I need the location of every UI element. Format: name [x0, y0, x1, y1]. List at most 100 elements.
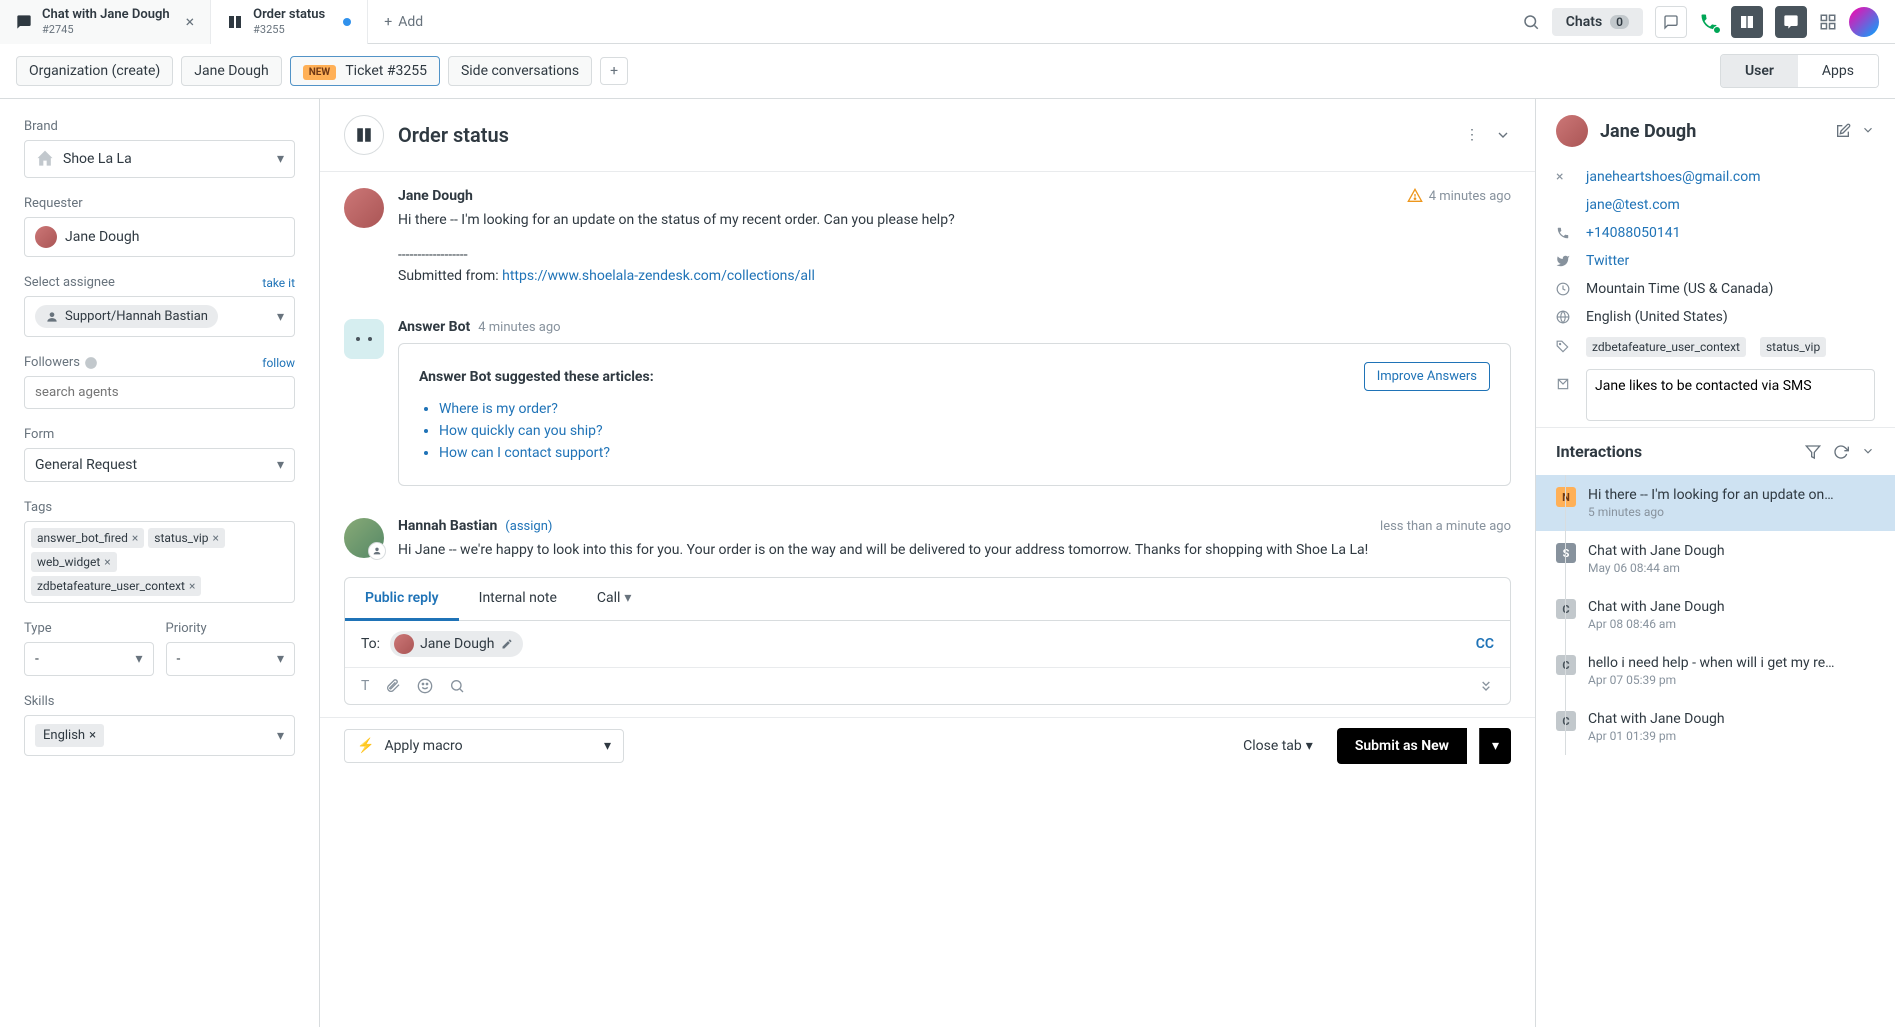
add-tab-button[interactable]: + Add: [368, 14, 439, 30]
recipient-pill[interactable]: Jane Dough: [390, 631, 522, 657]
macro-select[interactable]: ⚡ Apply macro ▾: [344, 729, 624, 763]
ticket-properties-panel: Brand Shoe La La ▾ Requester Jane Dough …: [0, 99, 320, 1027]
priority-select[interactable]: - ▾: [166, 642, 296, 676]
search-icon[interactable]: [449, 678, 465, 694]
message-time: less than a minute ago: [1380, 519, 1511, 534]
message-time: 4 minutes ago: [478, 320, 560, 335]
profile-avatar[interactable]: [1849, 7, 1879, 37]
reply-composer: Public reply Internal note Call▾ To: Jan…: [344, 577, 1511, 705]
add-crumb-button[interactable]: +: [600, 57, 628, 85]
tab-apps[interactable]: Apps: [1798, 55, 1878, 87]
avatar: [344, 518, 384, 558]
chevron-down-icon[interactable]: [1495, 127, 1511, 143]
priority-value: -: [177, 651, 181, 667]
close-icon[interactable]: ×: [1556, 169, 1572, 185]
answer-bot-suggestions: Answer Bot suggested these articles: Imp…: [398, 343, 1511, 486]
chats-button[interactable]: Chats 0: [1552, 8, 1643, 36]
new-badge: NEW: [303, 65, 336, 80]
user-email[interactable]: janeheartshoes@gmail.com: [1586, 169, 1761, 185]
layout-icon[interactable]: [1731, 6, 1763, 38]
interaction-time: Apr 07 05:39 pm: [1588, 673, 1875, 687]
remove-tag-icon[interactable]: ×: [189, 579, 195, 593]
improve-answers-button[interactable]: Improve Answers: [1364, 362, 1490, 391]
tab-user[interactable]: User: [1721, 55, 1798, 87]
refresh-icon[interactable]: [1833, 444, 1849, 460]
followers-search-input[interactable]: [24, 376, 295, 409]
interaction-text: Hi there -- I'm looking for an update on…: [1588, 487, 1875, 503]
skill-value: English: [43, 728, 85, 743]
apps-grid-icon[interactable]: [1819, 13, 1837, 31]
reply-tab-call[interactable]: Call▾: [577, 578, 652, 620]
avatar: [1556, 115, 1588, 147]
chevron-down-icon[interactable]: [1861, 444, 1875, 460]
type-label: Type: [24, 621, 154, 636]
user-email[interactable]: jane@test.com: [1586, 197, 1680, 213]
chat-icon: [16, 14, 32, 30]
edit-icon[interactable]: [501, 638, 513, 650]
interaction-item[interactable]: C hello i need help - when will i get my…: [1536, 643, 1895, 699]
ticket-icon: [227, 14, 243, 30]
tab-subtitle: #3255: [253, 23, 325, 36]
tags-input[interactable]: answer_bot_fired× status_vip× web_widget…: [24, 521, 295, 603]
search-icon[interactable]: [1522, 13, 1540, 31]
bot-avatar: [344, 319, 384, 359]
attachment-icon[interactable]: [385, 678, 401, 694]
user-note-input[interactable]: [1586, 369, 1875, 421]
interaction-item[interactable]: S Chat with Jane Dough May 06 08:44 am: [1536, 531, 1895, 587]
requester-select[interactable]: Jane Dough: [24, 217, 295, 257]
emoji-icon[interactable]: [417, 678, 433, 694]
user-twitter[interactable]: Twitter: [1586, 253, 1629, 269]
building-icon: [35, 149, 55, 169]
cc-button[interactable]: CC: [1476, 636, 1494, 652]
breadcrumb-ticket[interactable]: NEW Ticket #3255: [290, 56, 440, 86]
expand-icon[interactable]: [1478, 678, 1494, 694]
form-select[interactable]: General Request ▾: [24, 448, 295, 482]
assignee-label: Select assignee: [24, 275, 115, 290]
interaction-item[interactable]: C Chat with Jane Dough Apr 01 01:39 pm: [1536, 699, 1895, 755]
message-author: Hannah Bastian: [398, 518, 497, 534]
submit-button[interactable]: Submit as New: [1337, 728, 1467, 764]
take-it-link[interactable]: take it: [262, 276, 295, 290]
tab-chat-2745[interactable]: Chat with Jane Dough #2745 ×: [0, 0, 211, 44]
close-icon[interactable]: ×: [186, 12, 195, 31]
follow-link[interactable]: follow: [262, 356, 295, 370]
assign-link[interactable]: (assign): [505, 519, 552, 534]
tag: answer_bot_fired×: [31, 528, 144, 548]
conversations-icon[interactable]: [1655, 6, 1687, 38]
suggested-article-link[interactable]: How quickly can you ship?: [439, 423, 1490, 439]
suggested-article-link[interactable]: How can I contact support?: [439, 445, 1490, 461]
type-select[interactable]: - ▾: [24, 642, 154, 676]
skills-label: Skills: [24, 694, 295, 709]
reply-tab-internal[interactable]: Internal note: [459, 578, 577, 620]
interaction-item[interactable]: N Hi there -- I'm looking for an update …: [1536, 475, 1895, 531]
reply-tab-public[interactable]: Public reply: [345, 578, 459, 621]
interactions-title: Interactions: [1556, 442, 1805, 461]
remove-skill-icon[interactable]: ×: [89, 728, 96, 743]
channel-icon: [344, 115, 384, 155]
message-bot: Answer Bot 4 minutes ago Answer Bot sugg…: [320, 303, 1535, 502]
skills-select[interactable]: English× ▾: [24, 715, 295, 756]
assignee-select[interactable]: Support/Hannah Bastian ▾: [24, 296, 295, 337]
edit-icon[interactable]: [1835, 123, 1851, 139]
more-icon[interactable]: ⋮: [1465, 127, 1479, 143]
user-phone-row: +14088050141: [1536, 219, 1895, 247]
remove-tag-icon[interactable]: ×: [132, 531, 138, 545]
source-link[interactable]: https://www.shoelala-zendesk.com/collect…: [502, 268, 815, 284]
text-format-icon[interactable]: T: [361, 678, 369, 694]
remove-tag-icon[interactable]: ×: [213, 531, 219, 545]
remove-tag-icon[interactable]: ×: [104, 555, 110, 569]
breadcrumb-org[interactable]: Organization (create): [16, 56, 173, 86]
filter-icon[interactable]: [1805, 444, 1821, 460]
breadcrumb-user[interactable]: Jane Dough: [181, 56, 281, 86]
chat-transfer-icon[interactable]: [1775, 6, 1807, 38]
interaction-item[interactable]: C Chat with Jane Dough Apr 08 08:46 am: [1536, 587, 1895, 643]
close-tab-button[interactable]: Close tab ▾: [1231, 730, 1325, 762]
user-phone[interactable]: +14088050141: [1586, 225, 1681, 241]
phone-button[interactable]: [1699, 12, 1719, 32]
tab-order-3255[interactable]: Order status #3255: [211, 0, 368, 44]
brand-select[interactable]: Shoe La La ▾: [24, 140, 295, 178]
chevron-down-icon[interactable]: [1861, 123, 1875, 139]
breadcrumb-side-conversations[interactable]: Side conversations: [448, 56, 592, 86]
suggested-article-link[interactable]: Where is my order?: [439, 401, 1490, 417]
submit-dropdown[interactable]: ▾: [1479, 728, 1511, 764]
